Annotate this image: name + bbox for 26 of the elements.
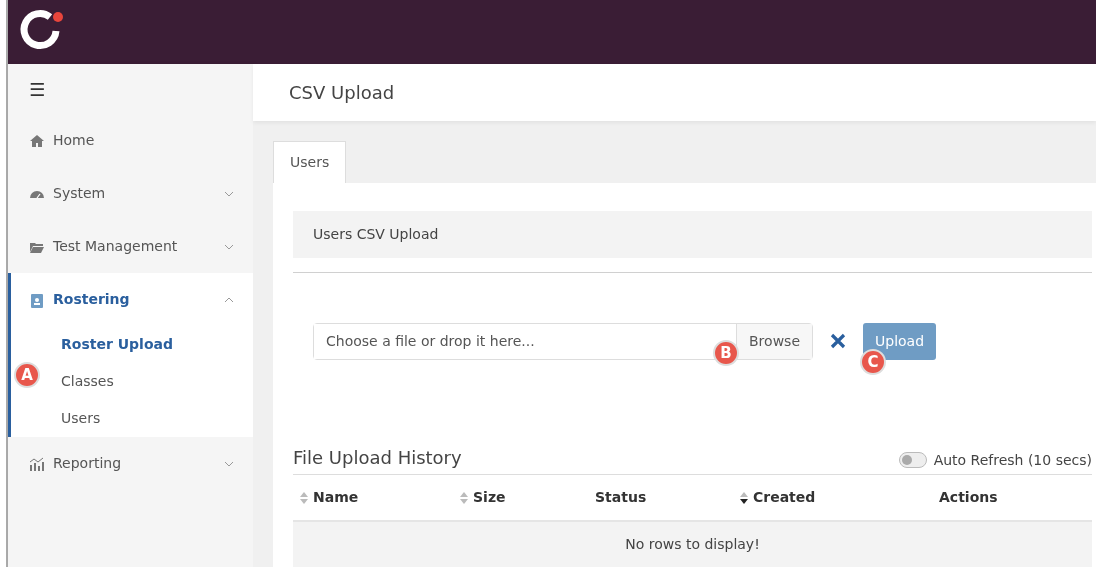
sidebar-subitem[interactable]: Classes xyxy=(61,363,114,400)
section-title: Users CSV Upload xyxy=(293,210,1092,258)
sidebar-item[interactable]: Reporting xyxy=(8,437,253,490)
sidebar-subitem[interactable]: Roster Upload xyxy=(61,326,173,363)
empty-message: No rows to display! xyxy=(293,522,1092,567)
section-heading: File Upload History xyxy=(293,445,462,470)
column-header[interactable]: Status xyxy=(595,487,647,508)
page-title: CSV Upload xyxy=(253,64,1096,121)
column-header[interactable]: Name xyxy=(313,487,359,508)
sidebar-item[interactable]: Test Management xyxy=(8,220,253,273)
column-header[interactable]: Actions xyxy=(939,487,998,508)
column-header[interactable]: Created xyxy=(753,487,816,508)
sidebar-item[interactable]: Home xyxy=(8,114,253,167)
sidebar-item[interactable]: System xyxy=(8,167,253,220)
bar-chart-icon xyxy=(29,455,45,472)
tab[interactable]: Users xyxy=(273,140,347,183)
menu-icon[interactable]: ☰ xyxy=(8,64,68,114)
close-icon[interactable] xyxy=(829,332,847,350)
sort-icon[interactable] xyxy=(739,490,749,505)
badge-icon xyxy=(29,291,45,308)
home-icon xyxy=(29,132,45,149)
browse-button[interactable]: Browse xyxy=(736,323,812,359)
sidebar-subitem[interactable]: Users xyxy=(61,400,101,437)
column-header[interactable]: Size xyxy=(473,487,506,508)
toggle-switch[interactable] xyxy=(898,452,927,468)
toggle-label: Auto Refresh (10 secs) xyxy=(933,450,1092,470)
